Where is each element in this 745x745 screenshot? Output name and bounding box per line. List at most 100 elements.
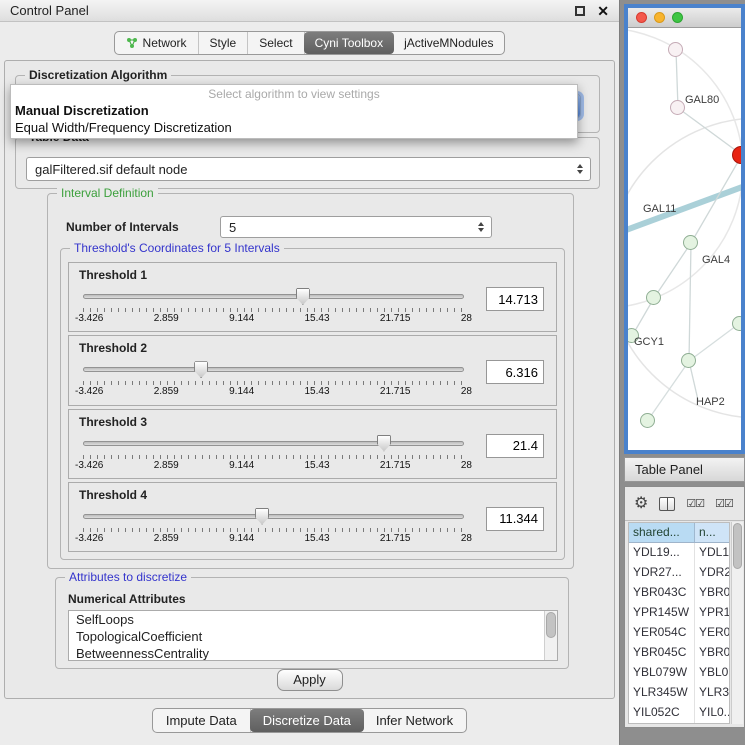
scale-label: 28 (461, 386, 472, 397)
table-cell[interactable]: YLR3... (695, 683, 729, 703)
table-cell[interactable]: YPR1... (695, 603, 729, 623)
table-row[interactable]: YLR345W YLR3... (629, 683, 729, 703)
tab-discretize-data[interactable]: Discretize Data (250, 709, 364, 732)
scale-label: 28 (461, 533, 472, 544)
close-icon[interactable]: ✕ (597, 6, 609, 16)
columns-icon[interactable] (659, 497, 675, 511)
slider-thumb[interactable] (255, 508, 269, 525)
slider-track[interactable] (83, 441, 464, 446)
tab-jactivemnodules[interactable]: jActiveMNodules (393, 32, 504, 54)
combobox-arrows-icon (577, 164, 583, 174)
threshold-slider[interactable] (83, 288, 464, 305)
table-cell[interactable]: YBR045C (629, 643, 695, 663)
threshold-slider[interactable] (83, 361, 464, 378)
close-traffic-light-icon[interactable] (636, 12, 647, 23)
interval-definition-group: Interval Definition Number of Intervals … (47, 193, 574, 569)
table-row[interactable]: YPR145W YPR1... (629, 603, 729, 623)
threshold-value-input[interactable] (486, 287, 544, 311)
gear-icon[interactable]: ⚙ (634, 496, 648, 512)
tab-network[interactable]: Network (115, 32, 199, 54)
select-all-icon[interactable]: ☑☑ (715, 497, 733, 510)
table-cell[interactable]: YDR27... (629, 563, 695, 583)
scale-label: 21.715 (380, 460, 411, 471)
network-node[interactable] (640, 413, 655, 428)
network-node[interactable] (668, 42, 683, 57)
zoom-traffic-light-icon[interactable] (672, 12, 683, 23)
table-cell[interactable]: YBR0... (695, 643, 729, 663)
tab-cyni-toolbox[interactable]: Cyni Toolbox (304, 32, 394, 54)
table-cell[interactable]: YER0... (695, 623, 729, 643)
tab-style[interactable]: Style (199, 32, 249, 54)
table-row[interactable]: YER054C YER0... (629, 623, 729, 643)
table-panel-header: Table Panel (624, 457, 745, 482)
network-node[interactable] (670, 100, 685, 115)
threshold-value-input[interactable] (486, 360, 544, 384)
table-cell[interactable]: YDL19... (629, 543, 695, 563)
threshold-slider[interactable] (83, 435, 464, 452)
tab-infer-network[interactable]: Infer Network (363, 709, 466, 732)
list-item[interactable]: BetweennessCentrality (69, 645, 557, 661)
network-node[interactable] (681, 353, 696, 368)
threshold-value-input[interactable] (486, 507, 544, 531)
column-header[interactable]: shared... (629, 523, 695, 542)
table-row[interactable]: YDL19... YDL1... (629, 543, 729, 563)
table-row[interactable]: YDR27... YDR2... (629, 563, 729, 583)
slider-track[interactable] (83, 514, 464, 519)
select-columns-icon[interactable]: ☑☑ (686, 497, 704, 510)
dropdown-option-equal-width[interactable]: Equal Width/Frequency Discretization (11, 119, 577, 136)
table-cell[interactable]: YBR0... (695, 583, 729, 603)
list-scrollbar[interactable] (544, 611, 557, 660)
table-row[interactable]: YBL079W YBL0... (629, 663, 729, 683)
slider-ticks (83, 528, 464, 532)
scrollbar-thumb[interactable] (733, 523, 742, 569)
table-cell[interactable]: YIL0... (695, 703, 729, 723)
scrollbar-thumb[interactable] (546, 612, 556, 638)
top-tabstrip: Network Style Select Cyni Toolbox jActiv… (114, 31, 506, 55)
threshold-value-input[interactable] (486, 434, 544, 458)
table-cell[interactable]: YBR043C (629, 583, 695, 603)
table-scrollbar[interactable] (731, 522, 743, 724)
slider-track[interactable] (83, 367, 464, 372)
network-node[interactable] (646, 290, 661, 305)
table-cell[interactable]: YBL0... (695, 663, 729, 683)
group-title: Attributes to discretize (65, 570, 191, 584)
tab-label: Style (210, 36, 237, 50)
network-node[interactable] (732, 316, 741, 331)
table-data-combobox[interactable]: galFiltered.sif default node (26, 157, 591, 181)
minimize-traffic-light-icon[interactable] (654, 12, 665, 23)
table-cell[interactable]: YBL079W (629, 663, 695, 683)
dropdown-option-manual[interactable]: Manual Discretization (11, 102, 577, 119)
table-toolbar: ⚙ ☑☑ ☑☑ (625, 487, 744, 521)
number-of-intervals-combobox[interactable]: 5 (220, 216, 492, 238)
numerical-attributes-label: Numerical Attributes (68, 592, 186, 606)
column-header[interactable]: n... (695, 523, 729, 542)
node-label: GAL4 (702, 254, 730, 266)
table-row[interactable]: YBR045C YBR0... (629, 643, 729, 663)
list-item[interactable]: TopologicalCoefficient (69, 628, 557, 645)
tab-label: Select (259, 36, 292, 50)
panel-title: Control Panel (10, 3, 89, 18)
slider-thumb[interactable] (194, 361, 208, 378)
tab-impute-data[interactable]: Impute Data (153, 709, 251, 732)
table-row[interactable]: YBR043C YBR0... (629, 583, 729, 603)
table-cell[interactable]: YDL1... (695, 543, 729, 563)
table-row[interactable]: YIL052C YIL0... (629, 703, 729, 723)
table-cell[interactable]: YER054C (629, 623, 695, 643)
slider-thumb[interactable] (377, 435, 391, 452)
threshold-slider[interactable] (83, 508, 464, 525)
float-window-icon[interactable] (575, 6, 585, 16)
scale-label: 15.43 (305, 386, 330, 397)
slider-track[interactable] (83, 294, 464, 299)
attributes-list[interactable]: SelfLoops TopologicalCoefficient Between… (68, 610, 558, 661)
apply-button[interactable]: Apply (277, 669, 343, 691)
tab-select[interactable]: Select (248, 32, 304, 54)
network-node[interactable] (683, 235, 698, 250)
network-canvas[interactable]: GAL80 GAL11 GAL4 GCY1 HAP2 (628, 28, 741, 433)
table-cell[interactable]: YPR145W (629, 603, 695, 623)
table-cell[interactable]: YLR345W (629, 683, 695, 703)
table-cell[interactable]: YDR2... (695, 563, 729, 583)
table-cell[interactable]: YIL052C (629, 703, 695, 723)
list-item[interactable]: SelfLoops (69, 611, 557, 628)
scale-label: 2.859 (154, 386, 179, 397)
slider-thumb[interactable] (296, 288, 310, 305)
